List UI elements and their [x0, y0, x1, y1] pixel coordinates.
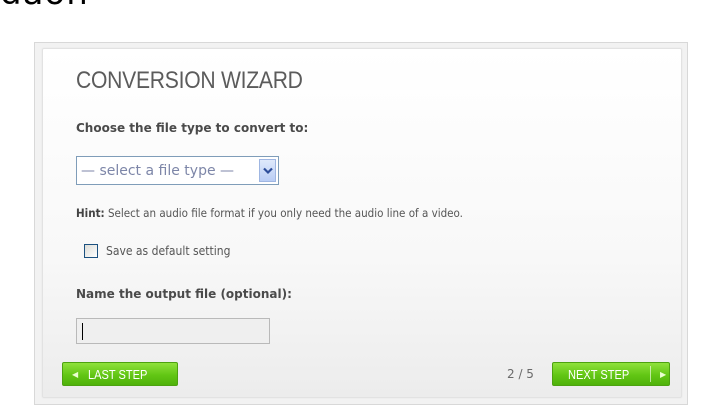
step-indicator: 2 / 5	[507, 367, 534, 381]
hint-prefix: Hint:	[76, 206, 105, 220]
text-caret	[82, 323, 83, 340]
hint-text: Hint: Select an audio file format if you…	[76, 206, 463, 220]
button-divider	[650, 366, 652, 382]
dropdown-button[interactable]	[259, 159, 276, 182]
file-type-label: Choose the file type to convert to:	[76, 121, 309, 135]
chevron-down-icon	[262, 167, 273, 174]
cropped-header-text: daon	[0, 0, 89, 10]
file-type-select[interactable]: — select a file type —	[76, 156, 279, 185]
wizard-panel	[42, 48, 682, 398]
output-name-input[interactable]	[76, 318, 270, 344]
save-default-label[interactable]: Save as default setting	[106, 244, 230, 258]
hint-body: Select an audio file format if you only …	[104, 206, 463, 220]
save-default-checkbox[interactable]	[84, 244, 98, 258]
last-step-label: LAST STEP	[88, 366, 148, 382]
next-step-label: NEXT STEP	[568, 366, 630, 382]
triangle-left-icon: ◀	[72, 369, 79, 379]
last-step-button[interactable]: ◀ LAST STEP	[62, 362, 178, 386]
output-name-label: Name the output file (optional):	[76, 287, 292, 301]
triangle-right-icon: ▶	[660, 369, 667, 379]
file-type-select-value: — select a file type —	[81, 162, 235, 179]
save-default-row[interactable]: Save as default setting	[84, 244, 230, 258]
next-step-button[interactable]: NEXT STEP ▶	[552, 362, 670, 386]
wizard-title: CONVERSION WIZARD	[76, 67, 303, 94]
